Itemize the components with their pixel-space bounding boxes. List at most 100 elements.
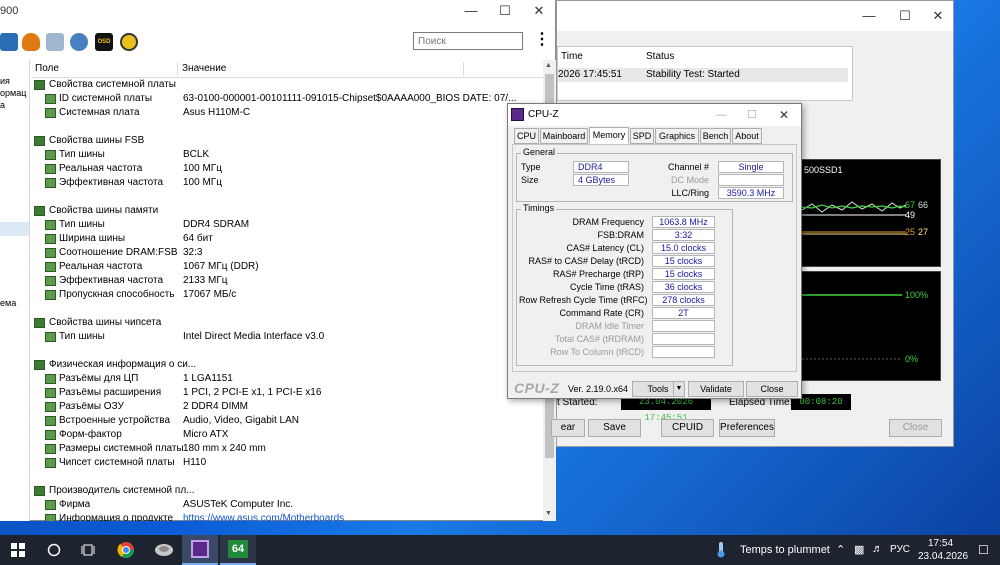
status-log[interactable]: Time Status 2026 17:45:51 Stability Test…: [557, 46, 853, 101]
column-header-time[interactable]: Time: [561, 51, 583, 62]
notification-icon[interactable]: ☐: [978, 543, 989, 557]
minimize-button[interactable]: —: [454, 0, 488, 24]
section-row[interactable]: Свойства шины чипсета: [31, 316, 543, 330]
table-row[interactable]: Реальная частота 100 МГц: [31, 162, 543, 176]
flame-icon[interactable]: [22, 33, 40, 51]
table-row[interactable]: Эффективная частота 2133 МГц: [31, 274, 543, 288]
row-label: Свойства шины памяти: [49, 205, 159, 216]
row-label: Размеры системной платы: [59, 443, 184, 454]
column-header-value[interactable]: Значение: [182, 63, 226, 74]
section-row[interactable]: Свойства шины памяти: [31, 204, 543, 218]
table-row[interactable]: Разъёмы расширения 1 PCI, 2 PCI-E x1, 1 P…: [31, 386, 543, 400]
log-row[interactable]: 2026 17:45:51 Stability Test: Started: [558, 68, 848, 82]
save-button[interactable]: Save: [588, 419, 641, 437]
section-row[interactable]: Физическая информация о си...: [31, 358, 543, 372]
close-button[interactable]: ✕: [921, 5, 955, 29]
volume-icon[interactable]: ♬: [872, 543, 883, 555]
tab-graphics[interactable]: Graphics: [655, 128, 699, 144]
maximize-button[interactable]: ☐: [735, 104, 769, 126]
table-row[interactable]: Тип шины BCLK: [31, 148, 543, 162]
search-button[interactable]: [40, 535, 68, 565]
table-row[interactable]: Пропускная способность 17067 МБ/с: [31, 288, 543, 302]
user-icon[interactable]: [70, 33, 88, 51]
close-window-button[interactable]: Close: [889, 419, 942, 437]
section-row[interactable]: Свойства системной платы: [31, 78, 543, 92]
cpuid-button[interactable]: CPUID: [661, 419, 714, 437]
aida64-window: 900 — ☐ ✕ OSD ⋮ ия ормац а ема Поле Знач…: [0, 0, 556, 521]
close-button[interactable]: ✕: [522, 0, 556, 24]
section-row[interactable]: Свойства шины FSB: [31, 134, 543, 148]
clock-date[interactable]: 23.04.2026: [918, 551, 968, 562]
table-row[interactable]: Форм-фактор Micro ATX: [31, 428, 543, 442]
tab-cpu[interactable]: CPU: [514, 128, 539, 144]
navigation-tree[interactable]: ия ормац а ема: [0, 60, 30, 521]
tree-fragment[interactable]: ормац: [0, 88, 26, 98]
tree-fragment[interactable]: ия: [0, 76, 10, 86]
table-row[interactable]: Разъёмы для ЦП 1 LGA1151: [31, 372, 543, 386]
search-input[interactable]: [413, 32, 523, 50]
timing-value: 1063.8 MHz: [652, 216, 715, 228]
item-icon: [45, 94, 56, 104]
close-button[interactable]: Close: [746, 381, 798, 397]
menu-kebab-icon[interactable]: ⋮: [534, 32, 550, 48]
tree-selected-item[interactable]: [0, 222, 29, 236]
row-gap: [31, 120, 543, 134]
size-value: 4 GBytes: [573, 174, 629, 186]
tab-memory[interactable]: Memory: [589, 127, 629, 144]
section-icon: [34, 206, 45, 216]
table-row[interactable]: Размеры системной платы 180 mm x 240 mm: [31, 442, 543, 456]
section-row[interactable]: Производитель системной пл...: [31, 484, 543, 498]
minimize-button[interactable]: —: [704, 104, 738, 126]
tab-bench[interactable]: Bench: [700, 128, 731, 144]
maximize-button[interactable]: ☐: [888, 5, 922, 29]
chevron-up-icon[interactable]: ⌃: [836, 543, 845, 556]
table-row[interactable]: Чипсет системной платы H110: [31, 456, 543, 470]
tab-spd[interactable]: SPD: [630, 128, 654, 144]
tree-fragment[interactable]: ема: [0, 298, 16, 308]
table-row[interactable]: Соотношение DRAM:FSB 32:3: [31, 246, 543, 260]
start-button[interactable]: [0, 535, 36, 565]
weather-text[interactable]: Temps to plummet: [740, 544, 830, 556]
table-row[interactable]: Информация о продукте https://www.asus.co…: [31, 512, 543, 521]
table-row[interactable]: Разъёмы ОЗУ 2 DDR4 DIMM: [31, 400, 543, 414]
row-link[interactable]: https://www.asus.com/Motherboards: [183, 512, 344, 521]
type-value: DDR4: [573, 161, 629, 173]
close-button[interactable]: ✕: [767, 104, 801, 126]
task-view-button[interactable]: [74, 535, 102, 565]
table-row[interactable]: Эффективная частота 100 МГц: [31, 176, 543, 190]
preferences-button[interactable]: Preferences: [719, 419, 775, 437]
scroll-up-icon[interactable]: ▲: [545, 62, 552, 69]
table-row[interactable]: ID системной платы 63-0100-000001-0010111…: [31, 92, 543, 106]
column-header-status[interactable]: Status: [646, 51, 674, 62]
aida64-taskbar-button[interactable]: 64: [220, 535, 256, 565]
report-icon[interactable]: [46, 33, 64, 51]
language-indicator[interactable]: РУС: [890, 544, 910, 555]
table-row[interactable]: Реальная частота 1067 МГц (DDR): [31, 260, 543, 274]
maximize-button[interactable]: ☐: [488, 0, 522, 24]
table-row[interactable]: Тип шины DDR4 SDRAM: [31, 218, 543, 232]
minimize-button[interactable]: —: [852, 5, 886, 29]
cpuz-taskbar-button[interactable]: [182, 535, 218, 565]
table-row[interactable]: Тип шины Intel Direct Media Interface v3.…: [31, 330, 543, 344]
channel-value: Single: [718, 161, 784, 173]
table-row[interactable]: Фирма ASUSTeK Computer Inc.: [31, 498, 543, 512]
osd-icon[interactable]: OSD: [95, 33, 113, 51]
chrome-taskbar-button[interactable]: [110, 535, 142, 565]
clear-button[interactable]: ear: [551, 419, 585, 437]
network-icon[interactable]: [0, 33, 18, 51]
clock-time[interactable]: 17:54: [928, 538, 953, 549]
table-row[interactable]: Ширина шины 64 бит: [31, 232, 543, 246]
validate-button[interactable]: Validate: [688, 381, 744, 397]
tab-about[interactable]: About: [732, 128, 762, 144]
scroll-down-icon[interactable]: ▼: [545, 510, 552, 517]
tools-dropdown-icon[interactable]: ▼: [673, 381, 685, 397]
app-taskbar-button[interactable]: [148, 535, 180, 565]
tree-fragment[interactable]: а: [0, 100, 5, 110]
column-header-field[interactable]: Поле: [35, 63, 59, 74]
thermometer-icon[interactable]: [716, 542, 726, 558]
gauge-icon[interactable]: [120, 33, 138, 51]
network-icon[interactable]: ▩: [854, 543, 864, 556]
table-row[interactable]: Встроенные устройства Audio, Video, Gigab…: [31, 414, 543, 428]
tab-mainboard[interactable]: Mainboard: [540, 128, 588, 144]
table-row[interactable]: Системная плата Asus H110M-C: [31, 106, 543, 120]
